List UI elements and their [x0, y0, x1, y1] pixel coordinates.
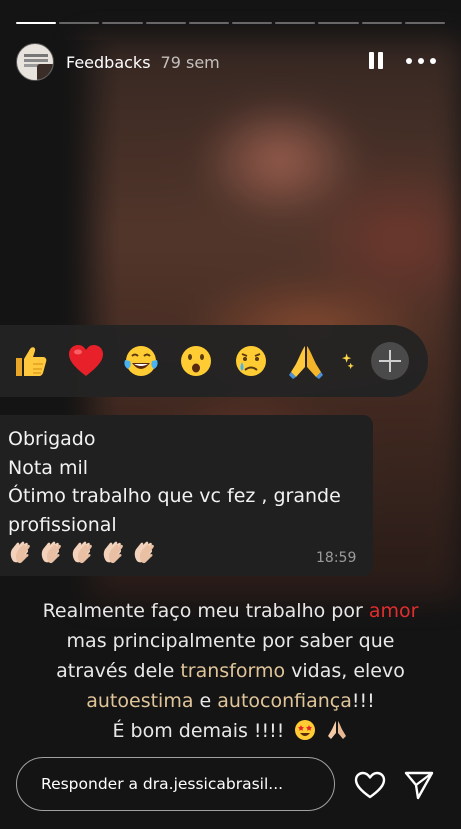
progress-segment: [102, 22, 143, 24]
caption-highlight-transformo: transformo: [180, 660, 286, 682]
clapping-hands-row: [8, 539, 157, 565]
progress-segment: [16, 22, 57, 24]
caption-text: através dele: [56, 660, 181, 682]
caption-highlight-autoestima: autoestima: [86, 690, 194, 712]
folded-hands-icon[interactable]: [287, 342, 325, 380]
progress-segment: [275, 22, 316, 24]
caption-highlight-autoconfianca: autoconfiança: [217, 690, 352, 712]
progress-segment: [59, 22, 100, 24]
reply-field-container[interactable]: [16, 757, 335, 811]
caption-text: vidas, elevo: [285, 660, 405, 682]
more-options-icon[interactable]: [406, 50, 436, 72]
reaction-bar: [0, 325, 428, 397]
message-line: profissional: [8, 513, 117, 536]
story-caption: Realmente faço meu trabalho por amor mas…: [0, 596, 461, 746]
pause-icon[interactable]: [366, 50, 386, 72]
add-reaction-icon[interactable]: [371, 342, 409, 380]
progress-segment: [318, 22, 359, 24]
thumbs-up-icon[interactable]: [12, 342, 50, 380]
reply-input[interactable]: [41, 772, 321, 796]
message-bubble: Obrigado Nota mil Ótimo trabalho que vc …: [0, 415, 373, 576]
progress-segment: [145, 22, 186, 24]
message-line: Obrigado: [8, 428, 96, 450]
send-icon[interactable]: [404, 770, 434, 800]
folded-hands-icon: [328, 721, 347, 739]
caption-highlight-amor: amor: [368, 600, 419, 622]
story-progress-bar: [16, 22, 446, 25]
star-struck-icon: [295, 720, 316, 740]
caption-text: e: [193, 690, 218, 712]
clapping-hands-icon: [10, 541, 30, 564]
surprised-face-icon[interactable]: [177, 342, 215, 380]
caption-text: Realmente faço meu trabalho por: [42, 600, 369, 622]
progress-segment: [404, 22, 446, 24]
progress-segment: [188, 22, 230, 24]
tears-of-joy-icon[interactable]: [122, 342, 160, 380]
clapping-hands-icon: [103, 541, 123, 564]
clapping-hands-icon: [72, 541, 92, 564]
story-header: Feedbacks 79 sem: [16, 42, 445, 82]
story-time: 79 sem: [160, 52, 220, 72]
message-line: Nota mil: [8, 456, 89, 479]
crying-face-icon[interactable]: [232, 342, 270, 380]
clapping-hands-icon: [41, 541, 61, 564]
caption-text: !!!: [351, 690, 375, 712]
clapping-hands-icon: [134, 541, 154, 564]
message-timestamp: 18:59: [316, 550, 357, 566]
heart-icon[interactable]: [354, 770, 386, 800]
caption-text: É bom demais !!!!: [112, 720, 285, 742]
story-viewer[interactable]: Feedbacks 79 sem Obrigado Nota mil Ótimo…: [0, 0, 461, 829]
red-heart-icon[interactable]: [67, 342, 105, 380]
sparkles-icon[interactable]: [342, 342, 364, 380]
progress-segment: [361, 22, 402, 24]
progress-segment: [232, 22, 273, 24]
story-username[interactable]: Feedbacks: [66, 53, 151, 72]
message-line: Ótimo trabalho que vc fez , grande: [8, 485, 341, 507]
avatar[interactable]: [16, 43, 54, 81]
caption-text: mas principalmente por saber que: [66, 630, 395, 652]
